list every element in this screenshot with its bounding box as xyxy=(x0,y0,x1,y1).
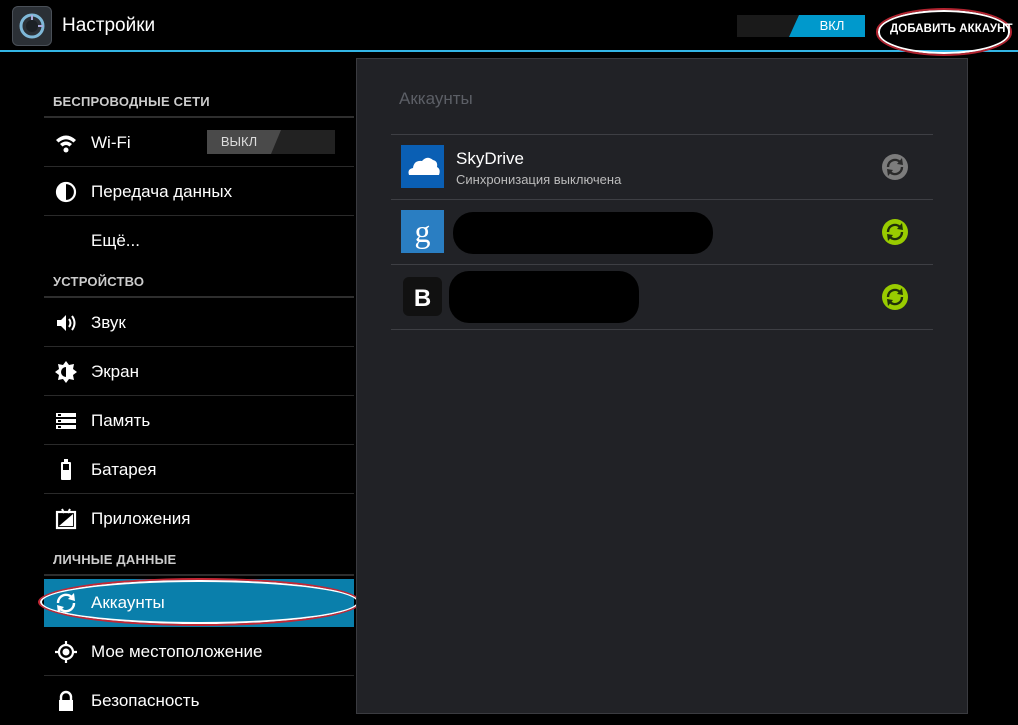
sync-off-icon[interactable] xyxy=(881,153,909,181)
data-usage-icon xyxy=(55,181,77,203)
sidebar-item-label: Безопасность xyxy=(91,691,200,710)
battery-icon xyxy=(61,459,71,480)
section-header-device: УСТРОЙСТВО xyxy=(53,274,145,289)
section-divider xyxy=(44,116,354,118)
sidebar-item-label: Приложения xyxy=(91,509,191,528)
sidebar-item-apps[interactable]: Приложения xyxy=(44,495,354,543)
brightness-icon xyxy=(55,361,77,383)
action-bar: Настройки ВКЛ ДОБАВИТЬ АККАУНТ xyxy=(0,0,1018,56)
accounts-highlight-ring xyxy=(38,578,361,626)
sidebar-item-label: Ещё... xyxy=(91,231,140,250)
sidebar-item-label: Память xyxy=(91,411,151,430)
wifi-icon xyxy=(56,135,76,153)
sidebar-item-label: Мое местоположение xyxy=(91,642,263,661)
redacted-scribble xyxy=(453,212,713,254)
redacted-scribble xyxy=(449,271,639,323)
sidebar-item-location[interactable]: Мое местоположение xyxy=(44,628,354,676)
sidebar-item-label: Экран xyxy=(91,362,139,381)
sidebar-item-label: Батарея xyxy=(91,460,157,479)
sidebar-item-sound[interactable]: Звук xyxy=(44,299,354,347)
list-divider xyxy=(391,329,933,330)
sync-on-icon[interactable] xyxy=(881,218,909,246)
account-row-google[interactable]: g xyxy=(391,200,933,264)
sidebar-item-label: Звук xyxy=(91,313,126,332)
sidebar-item-battery[interactable]: Батарея xyxy=(44,446,354,494)
apps-icon xyxy=(55,508,77,530)
sidebar-item-label: Передача данных xyxy=(91,182,233,201)
account-name: SkyDrive xyxy=(456,149,525,168)
svg-text:B: B xyxy=(414,285,431,312)
wifi-toggle[interactable]: ВЫКЛ xyxy=(207,130,335,154)
add-account-label: ДОБАВИТЬ АККАУНТ xyxy=(890,23,1013,35)
section-divider xyxy=(44,574,354,576)
section-divider xyxy=(44,296,354,298)
account-row-skydrive[interactable]: SkyDrive Синхронизация выключена xyxy=(391,135,933,199)
skydrive-logo-icon xyxy=(401,145,444,188)
svg-text:g: g xyxy=(415,213,431,249)
master-sync-toggle[interactable]: ВКЛ xyxy=(737,15,865,37)
storage-icon xyxy=(56,413,76,429)
sidebar-item-wifi[interactable]: Wi-Fi ВЫКЛ xyxy=(44,119,354,167)
vk-logo-icon: B xyxy=(403,277,442,316)
sidebar-item-display[interactable]: Экран xyxy=(44,348,354,396)
toggle-label: ВЫКЛ xyxy=(220,134,258,149)
google-logo-icon: g xyxy=(401,210,444,253)
section-header-personal: ЛИЧНЫЕ ДАННЫЕ xyxy=(53,552,177,567)
sidebar-item-data-usage[interactable]: Передача данных xyxy=(44,168,354,216)
sync-on-icon[interactable] xyxy=(881,283,909,311)
page-title: Настройки xyxy=(62,15,156,36)
accounts-panel: Аккаунты SkyDrive Синхронизация выключен… xyxy=(356,58,968,714)
settings-app-icon[interactable] xyxy=(12,6,52,46)
lock-icon xyxy=(59,690,73,711)
toggle-label: ВКЛ xyxy=(819,18,845,33)
sidebar-item-label: Wi-Fi xyxy=(91,133,131,152)
sidebar-item-more[interactable]: Ещё... xyxy=(44,217,354,265)
accounts-title: Аккаунты xyxy=(399,89,473,108)
section-header-wireless: БЕСПРОВОДНЫЕ СЕТИ xyxy=(53,94,210,109)
account-row-vk[interactable]: B xyxy=(391,265,933,329)
account-status: Синхронизация выключена xyxy=(456,172,622,187)
speaker-icon xyxy=(57,315,76,331)
add-account-button[interactable]: ДОБАВИТЬ АККАУНТ xyxy=(876,8,1013,56)
sidebar-item-storage[interactable]: Память xyxy=(44,397,354,445)
location-icon xyxy=(55,641,77,663)
